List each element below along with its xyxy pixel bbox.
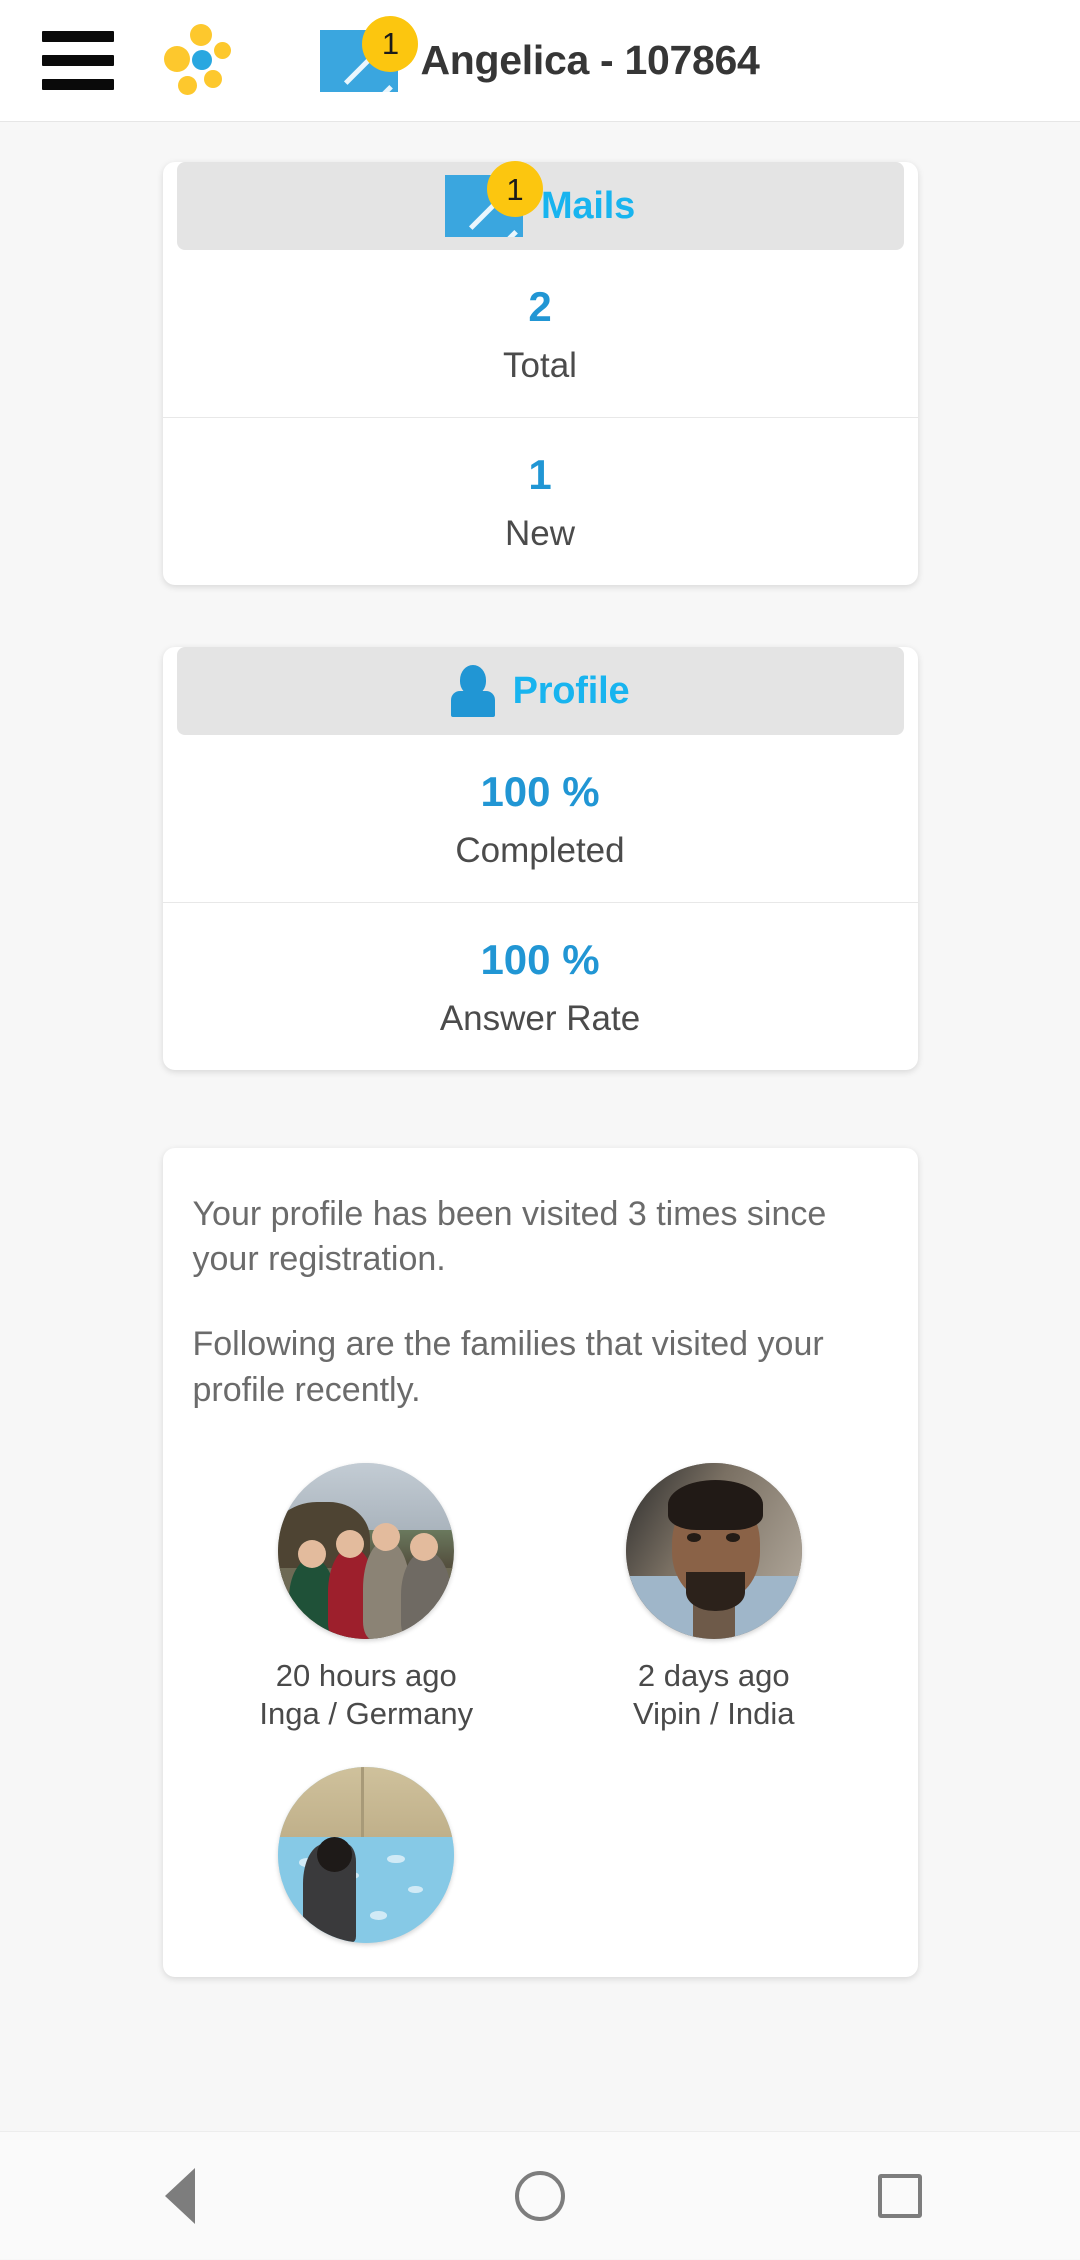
visitor-item[interactable] bbox=[193, 1767, 541, 1943]
logo-petal bbox=[164, 46, 190, 72]
hamburger-bar bbox=[42, 31, 114, 42]
visitors-body: Your profile has been visited 3 times si… bbox=[163, 1148, 918, 1977]
page-title: Angelica - 107864 bbox=[420, 37, 759, 84]
envelope-icon: 1 bbox=[445, 175, 523, 237]
back-icon[interactable] bbox=[110, 2132, 250, 2260]
mails-stat-new: 1 New bbox=[163, 417, 918, 585]
mails-card[interactable]: 1 Mails 2 Total 1 New bbox=[163, 162, 918, 585]
stat-value: 100 % bbox=[480, 939, 599, 981]
visitor-item[interactable]: 20 hours ago Inga / Germany bbox=[193, 1463, 541, 1733]
visitor-time: 2 days ago bbox=[633, 1657, 794, 1695]
home-circle bbox=[515, 2171, 565, 2221]
mails-card-header[interactable]: 1 Mails bbox=[177, 162, 904, 250]
person-icon bbox=[451, 665, 495, 717]
logo-center bbox=[192, 50, 212, 70]
family-photo-avatar[interactable] bbox=[278, 1463, 454, 1639]
stat-label: Answer Rate bbox=[440, 1001, 640, 1036]
hamburger-menu-icon[interactable] bbox=[42, 26, 134, 96]
mails-stat-total: 2 Total bbox=[163, 250, 918, 417]
logo-petal bbox=[214, 42, 231, 59]
envelope-icon[interactable]: 1 bbox=[320, 30, 398, 92]
logo-petal bbox=[178, 76, 197, 95]
android-navigation-bar bbox=[0, 2131, 1080, 2259]
visitor-name-country: Inga / Germany bbox=[259, 1695, 473, 1733]
home-icon[interactable] bbox=[470, 2132, 610, 2260]
stat-label: Completed bbox=[455, 833, 624, 868]
visitor-name-country: Vipin / India bbox=[633, 1695, 794, 1733]
stat-value: 2 bbox=[528, 286, 551, 328]
profile-card-title: Profile bbox=[513, 670, 630, 713]
recents-square bbox=[878, 2174, 922, 2218]
stat-value: 100 % bbox=[480, 771, 599, 813]
man-photo-avatar[interactable] bbox=[626, 1463, 802, 1639]
visitor-item[interactable]: 2 days ago Vipin / India bbox=[540, 1463, 888, 1733]
back-triangle bbox=[165, 2168, 195, 2224]
app-logo-flower-icon[interactable] bbox=[156, 18, 242, 104]
mail-count-badge: 1 bbox=[362, 16, 418, 72]
visitor-time: 20 hours ago bbox=[259, 1657, 473, 1695]
visitors-grid: 20 hours ago Inga / Germany 2 days ago V… bbox=[193, 1463, 888, 1977]
mail-count-badge: 1 bbox=[487, 161, 543, 217]
app-bar: 1 Angelica - 107864 bbox=[0, 0, 1080, 122]
person-body bbox=[451, 691, 495, 717]
pool-photo-avatar[interactable] bbox=[278, 1767, 454, 1943]
visitor-meta: 2 days ago Vipin / India bbox=[633, 1657, 794, 1733]
mails-card-title: Mails bbox=[541, 185, 635, 228]
logo-petal bbox=[204, 70, 222, 88]
profile-card-header[interactable]: Profile bbox=[177, 647, 904, 735]
stat-label: Total bbox=[503, 348, 577, 383]
profile-card[interactable]: Profile 100 % Completed 100 % Answer Rat… bbox=[163, 647, 918, 1070]
visitors-intro-text: Following are the families that visited … bbox=[193, 1322, 888, 1412]
visitors-summary-text: Your profile has been visited 3 times si… bbox=[193, 1192, 888, 1282]
visitor-meta: 20 hours ago Inga / Germany bbox=[259, 1657, 473, 1733]
profile-stat-answer-rate: 100 % Answer Rate bbox=[163, 902, 918, 1070]
visitors-card[interactable]: Your profile has been visited 3 times si… bbox=[163, 1148, 918, 1977]
stat-label: New bbox=[505, 516, 575, 551]
logo-petal bbox=[190, 24, 212, 46]
stat-value: 1 bbox=[528, 454, 551, 496]
scroll-content[interactable]: 1 Mails 2 Total 1 New Profile 100 % Comp… bbox=[0, 122, 1080, 2131]
hamburger-bar bbox=[42, 79, 114, 90]
hamburger-bar bbox=[42, 55, 114, 66]
profile-stat-completed: 100 % Completed bbox=[163, 735, 918, 902]
recents-icon[interactable] bbox=[830, 2132, 970, 2260]
